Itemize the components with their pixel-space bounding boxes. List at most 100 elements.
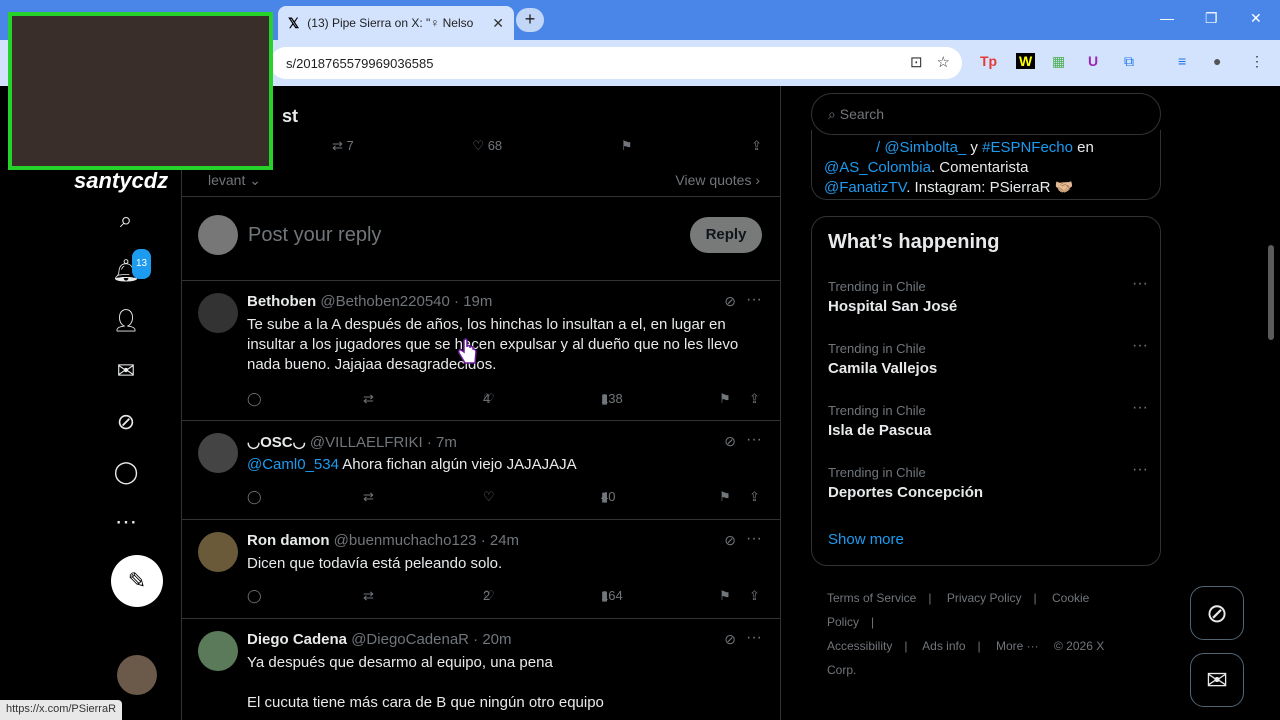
author-name[interactable]: ◡OSC◡ (247, 434, 306, 451)
new-tab-button[interactable]: + (516, 8, 544, 32)
grok-float-button[interactable]: ⊘ (1190, 586, 1244, 640)
search-icon[interactable]: ⌕ (112, 206, 140, 234)
reply-icon[interactable]: ◯ (247, 489, 262, 505)
reply-tweet[interactable]: Diego Cadena @DiegoCadenaR · 20m ⊘ ··· Y… (182, 619, 780, 720)
close-tab-icon[interactable]: ✕ (492, 15, 504, 32)
messages-float-button[interactable]: ✉ (1190, 653, 1244, 707)
messages-icon[interactable]: ✉ (112, 357, 140, 385)
privacy-link[interactable]: Privacy Policy (947, 591, 1022, 605)
extension-u-icon[interactable]: U (1088, 53, 1098, 69)
accessibility-link[interactable]: Accessibility (827, 639, 892, 653)
reply-icon[interactable]: ◯ (247, 588, 262, 604)
profile-bio-card: / @Simbolta_ y #ESPNFecho en @AS_Colombi… (811, 130, 1161, 200)
more-options-icon[interactable]: ··· (1132, 275, 1148, 293)
author-name[interactable]: Diego Cadena (247, 631, 347, 648)
page-scrollbar[interactable] (1268, 245, 1274, 340)
extension-grid-icon[interactable]: ▦ (1052, 53, 1065, 70)
bio-mention[interactable]: @FanatizTV (824, 179, 906, 196)
trend-item[interactable]: Trending in Chile Isla de Pascua ··· (828, 399, 1148, 439)
profile-icon[interactable]: ◯ (112, 458, 140, 486)
bookmark-icon[interactable]: ⚑ (719, 489, 731, 505)
avatar[interactable] (198, 631, 238, 671)
trend-item[interactable]: Trending in Chile Deportes Concepción ··… (828, 461, 1148, 501)
ads-info-link[interactable]: Ads info (922, 639, 965, 653)
retweet-icon[interactable]: ⇄ (363, 489, 374, 505)
browser-tab[interactable]: 𝕏 (13) Pipe Sierra on X: "♀ Nelso ✕ (278, 6, 514, 40)
more-options-icon[interactable]: ··· (746, 530, 762, 548)
author-handle[interactable]: @buenmuchacho123 (334, 532, 477, 549)
bio-mention[interactable]: @AS_Colombia (824, 159, 931, 176)
media-controls-icon[interactable]: ≡ (1178, 53, 1186, 69)
restore-icon[interactable]: ❐ (1205, 10, 1218, 27)
minimize-icon[interactable]: — (1160, 10, 1174, 26)
show-more-link[interactable]: Show more (828, 531, 904, 548)
more-link[interactable]: More ··· (996, 639, 1039, 653)
grok-icon[interactable]: ⊘ (724, 631, 736, 648)
avatar[interactable] (198, 293, 238, 333)
mention-link[interactable]: @Caml0_534 (247, 456, 339, 473)
share-icon[interactable]: ⇪ (751, 138, 762, 154)
more-icon[interactable]: ⋯ (112, 508, 140, 536)
retweet-button[interactable]: ⇄ 7 (332, 138, 354, 154)
more-options-icon[interactable]: ··· (1132, 461, 1148, 479)
bio-mention[interactable]: / @Simbolta_ (876, 139, 966, 156)
more-options-icon[interactable]: ··· (1132, 337, 1148, 355)
author-name[interactable]: Bethoben (247, 293, 316, 310)
reply-button[interactable]: Reply (690, 217, 762, 253)
reply-input[interactable]: Post your reply (248, 224, 381, 247)
address-bar[interactable]: s/2018765579969036585 ⊡ ☆ (270, 47, 962, 79)
bookmark-star-icon[interactable]: ☆ (937, 53, 950, 71)
account-avatar[interactable] (117, 655, 157, 695)
follow-icon[interactable]: 👤︎ (112, 307, 140, 335)
reply-icon[interactable]: ◯ (247, 391, 262, 407)
compose-post-button[interactable]: ✎ (111, 555, 163, 607)
reply-tweet[interactable]: Bethoben @Bethoben220540 · 19m ⊘ ··· Te … (182, 281, 780, 421)
like-button[interactable]: ♡ 68 (472, 138, 502, 154)
grok-icon[interactable]: ⊘ (724, 293, 736, 310)
notifications-icon[interactable]: 🔔︎ 13 (112, 249, 152, 285)
close-window-icon[interactable]: ✕ (1250, 10, 1262, 27)
author-handle[interactable]: @DiegoCadenaR (351, 631, 469, 648)
more-options-icon[interactable]: ··· (1132, 399, 1148, 417)
bookmark-icon[interactable]: ⚑ (621, 138, 633, 154)
share-icon[interactable]: ⇪ (749, 588, 760, 604)
more-options-icon[interactable]: ··· (746, 431, 762, 449)
trend-topic: Isla de Pascua (828, 422, 932, 439)
webcam-overlay: santycdz (0, 0, 280, 195)
grok-icon[interactable]: ⊘ (724, 532, 736, 549)
reply-tweet[interactable]: Ron damon @buenmuchacho123 · 24m ⊘ ··· D… (182, 520, 780, 619)
install-icon[interactable]: ⊡ (910, 53, 923, 71)
author-handle[interactable]: @VILLAELFRIKI (310, 434, 423, 451)
author-handle[interactable]: @Bethoben220540 (320, 293, 450, 310)
avatar[interactable] (198, 433, 238, 473)
terms-link[interactable]: Terms of Service (827, 591, 916, 605)
tweet-time[interactable]: 7m (436, 434, 457, 451)
search-input[interactable]: ⌕ Search (811, 93, 1161, 135)
tweet-time[interactable]: 20m (482, 631, 511, 648)
grok-icon[interactable]: ⊘ (724, 433, 736, 450)
browser-menu-icon[interactable]: ⋮ (1250, 53, 1264, 70)
author-name[interactable]: Ron damon (247, 532, 330, 549)
tweet-time[interactable]: 24m (490, 532, 519, 549)
extension-tp-icon[interactable]: Tp (980, 53, 997, 69)
share-icon[interactable]: ⇪ (749, 391, 760, 407)
bookmark-icon[interactable]: ⚑ (719, 588, 731, 604)
profile-avatar-icon[interactable]: ● (1213, 53, 1221, 69)
grok-icon[interactable]: ⊘ (112, 408, 140, 436)
tweet-time[interactable]: 19m (463, 293, 492, 310)
share-icon[interactable]: ⇪ (749, 489, 760, 505)
more-options-icon[interactable]: ··· (746, 629, 762, 647)
bio-hashtag[interactable]: #ESPNFecho (982, 139, 1073, 156)
reply-tweet[interactable]: ◡OSC◡ @VILLAELFRIKI · 7m ⊘ ··· @Caml0_53… (182, 421, 780, 520)
bookmark-icon[interactable]: ⚑ (719, 391, 731, 407)
trend-item[interactable]: Trending in Chile Camila Vallejos ··· (828, 337, 1148, 377)
retweet-icon[interactable]: ⇄ (363, 588, 374, 604)
view-quotes-link[interactable]: View quotes › (675, 172, 760, 188)
retweet-icon[interactable]: ⇄ (363, 391, 374, 407)
extension-w-icon[interactable]: W (1016, 53, 1036, 69)
x-logo-icon: 𝕏 (288, 14, 300, 31)
avatar[interactable] (198, 532, 238, 572)
trend-item[interactable]: Trending in Chile Hospital San José ··· (828, 275, 1148, 315)
extensions-puzzle-icon[interactable]: ⧉ (1124, 53, 1134, 70)
more-options-icon[interactable]: ··· (746, 291, 762, 309)
